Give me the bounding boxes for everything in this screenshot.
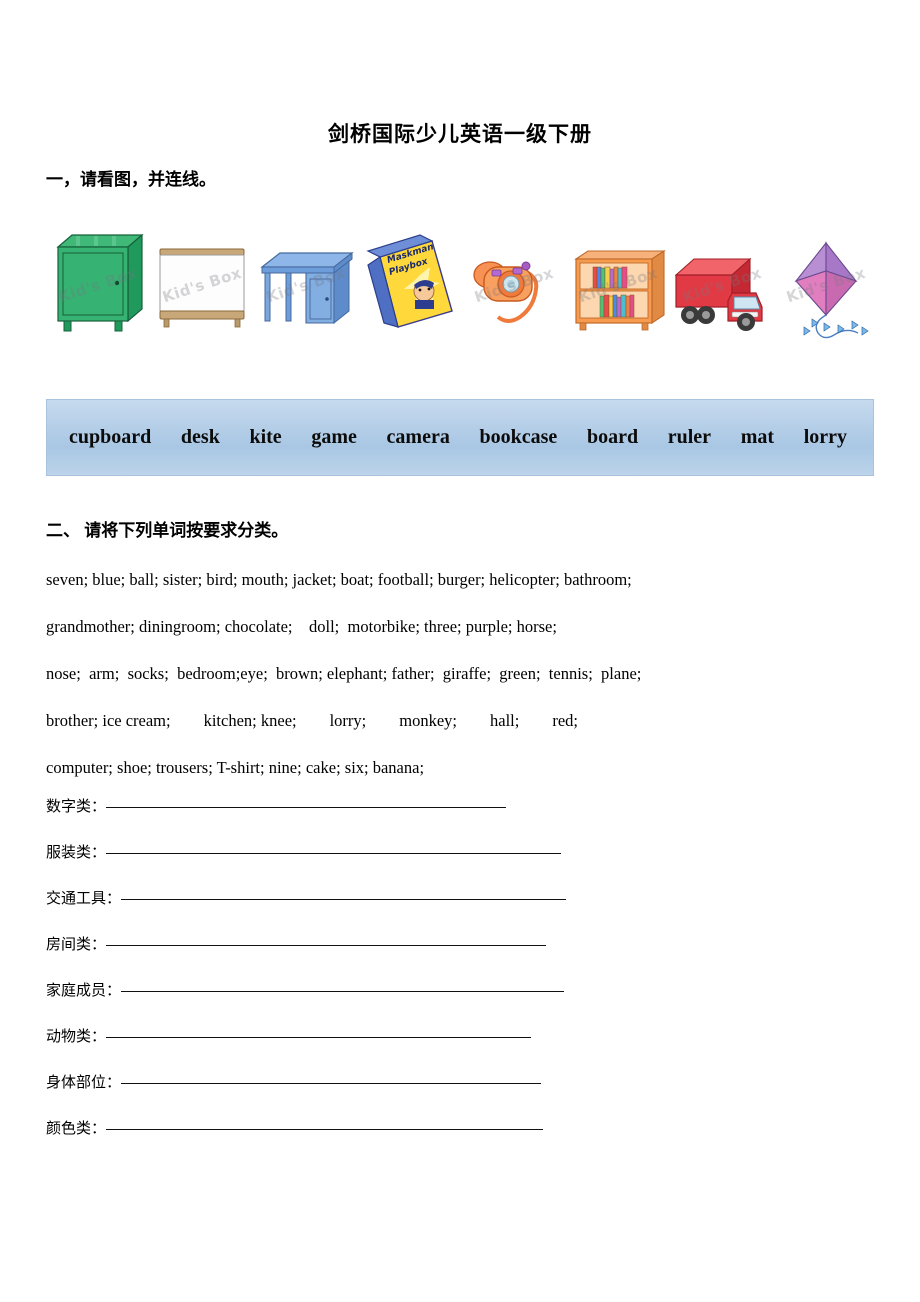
section-1-heading: 一，请看图，并连线。 [46, 170, 216, 190]
category-label: 颜色类： [46, 1121, 107, 1138]
section-2: 二、 请将下列单词按要求分类。 seven; blue; ball; siste… [46, 520, 874, 1163]
category-row-animals: 动物类： [46, 1025, 874, 1071]
word-bank-item-cupboard[interactable]: cupboard [69, 426, 151, 449]
category-row-rooms: 房间类： [46, 933, 874, 979]
section-2-heading: 二、 请将下列单词按要求分类。 [46, 521, 289, 541]
word-bank-item-bookcase[interactable]: bookcase [480, 426, 558, 449]
answer-blank-colors[interactable] [106, 1128, 544, 1131]
word-list-line: computer; shoe; trousers; T-shirt; nine;… [46, 758, 425, 778]
category-row-family: 家庭成员： [46, 979, 874, 1025]
camera-image: Kid's Box [462, 223, 566, 341]
answer-blank-transport[interactable] [121, 898, 567, 901]
answer-blank-body-parts[interactable] [121, 1082, 542, 1085]
bookcase-image: Kid's Box [566, 223, 670, 341]
answer-blank-family[interactable] [121, 990, 565, 993]
kite-image: Kid's Box [774, 223, 878, 341]
board-image: Kid's Box [150, 223, 254, 341]
word-bank-item-ruler[interactable]: ruler [668, 426, 711, 449]
word-bank-item-lorry[interactable]: lorry [804, 426, 847, 449]
answer-blank-clothes[interactable] [106, 852, 562, 855]
category-label: 身体部位： [46, 1075, 122, 1092]
word-list-line: seven; blue; ball; sister; bird; mouth; … [46, 570, 632, 590]
category-row-body-parts: 身体部位： [46, 1071, 874, 1117]
category-blank-list: 数字类： 服装类： 交通工具： 房间类： 家庭成员： 动物类： 身体部位： 颜色… [46, 795, 874, 1163]
word-bank-box: cupboard desk kite game camera bookcase … [46, 399, 874, 477]
picture-row: Kid's Box Kid's Box Kid's Box Maskman Pl… [46, 209, 874, 341]
word-bank-item-camera[interactable]: camera [387, 426, 450, 449]
word-list: seven; blue; ball; sister; bird; mouth; … [46, 556, 874, 791]
word-list-line: nose; arm; socks; bedroom;eye; brown; el… [46, 664, 642, 684]
game-image: Maskman Playbox [358, 223, 462, 341]
lorry-image: Kid's Box [670, 223, 774, 341]
category-label: 服装类： [46, 845, 107, 862]
answer-blank-animals[interactable] [106, 1036, 532, 1039]
word-list-line: grandmother; diningroom; chocolate; doll… [46, 617, 557, 637]
category-label: 交通工具： [46, 891, 122, 908]
word-bank-list: cupboard desk kite game camera bookcase … [47, 426, 873, 449]
category-row-numbers: 数字类： [46, 795, 874, 841]
page-title: 剑桥国际少儿英语一级下册 [328, 122, 592, 146]
word-bank-item-board[interactable]: board [587, 426, 638, 449]
word-bank-item-mat[interactable]: mat [741, 426, 774, 449]
category-row-clothes: 服装类： [46, 841, 874, 887]
category-row-colors: 颜色类： [46, 1117, 874, 1163]
category-label: 房间类： [46, 937, 107, 954]
answer-blank-numbers[interactable] [106, 806, 507, 809]
category-label: 数字类： [46, 799, 107, 816]
cupboard-image: Kid's Box [46, 223, 150, 341]
category-label: 动物类： [46, 1029, 107, 1046]
word-list-line: brother; ice cream; kitchen; knee; lorry… [46, 711, 578, 731]
answer-blank-rooms[interactable] [106, 944, 547, 947]
word-bank-item-desk[interactable]: desk [181, 426, 220, 449]
category-row-transport: 交通工具： [46, 887, 874, 933]
word-bank-item-game[interactable]: game [311, 426, 357, 449]
desk-image: Kid's Box [254, 223, 358, 341]
category-label: 家庭成员： [46, 983, 122, 1000]
word-bank-item-kite[interactable]: kite [249, 426, 281, 449]
worksheet-page: 剑桥国际少儿英语一级下册 一，请看图，并连线。 Kid's Box Kid's … [0, 0, 920, 1302]
